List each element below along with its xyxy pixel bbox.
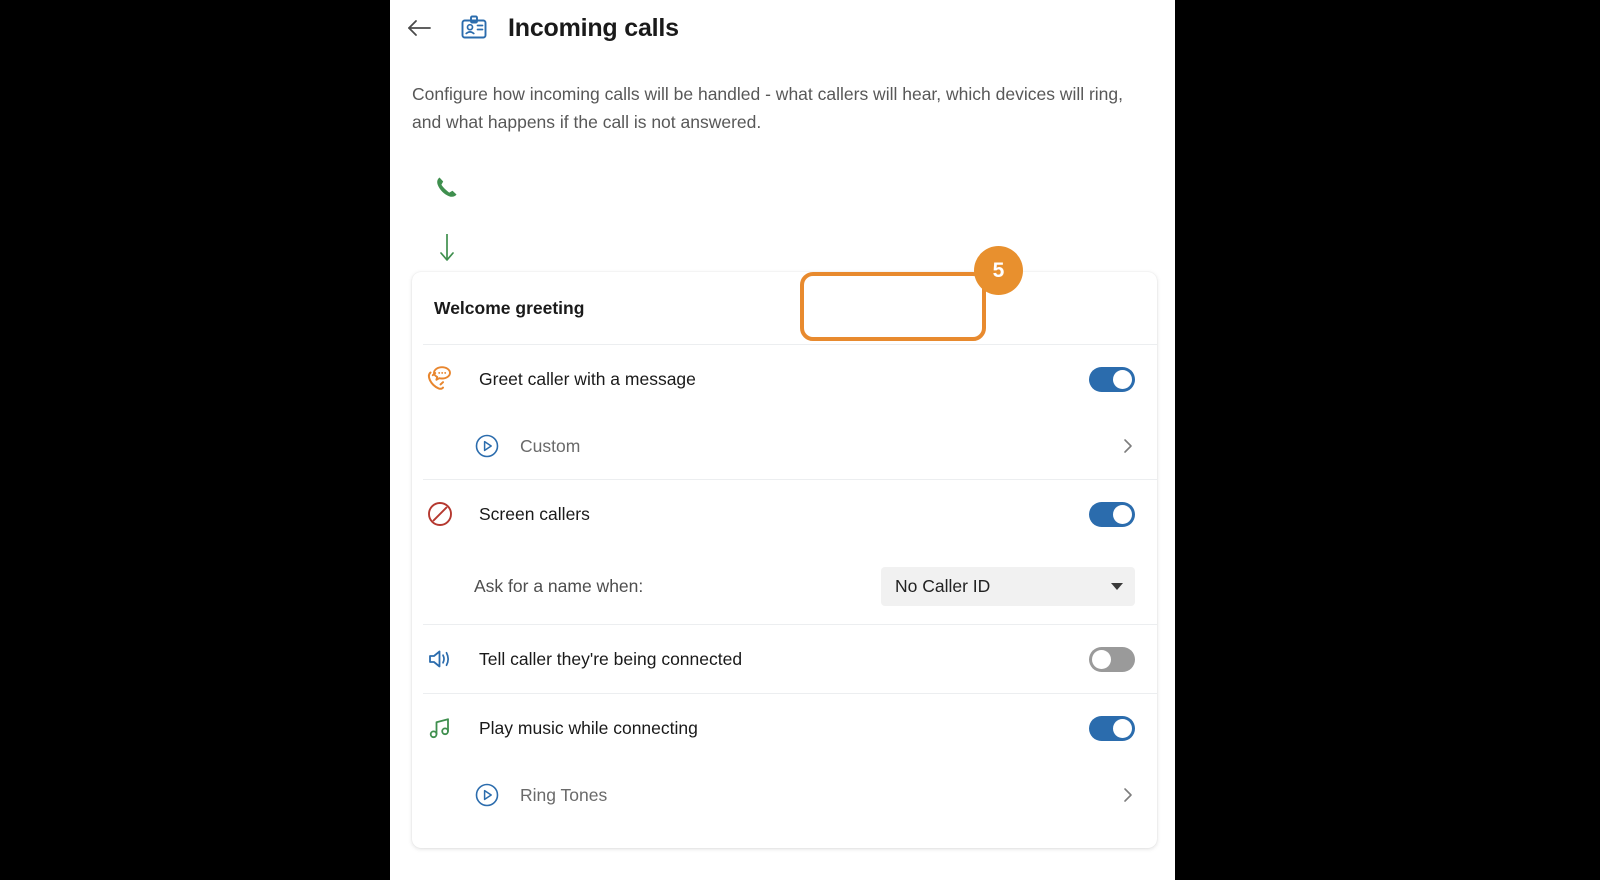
chevron-right-icon[interactable] xyxy=(1121,785,1135,805)
row-play-music[interactable]: Play music while connecting xyxy=(412,694,1157,762)
no-entry-icon xyxy=(423,497,457,531)
toggle-play-music[interactable] xyxy=(1089,715,1135,741)
arrow-down-icon xyxy=(436,232,458,264)
subrow-custom-greeting[interactable]: Custom xyxy=(412,413,1157,479)
play-circle-icon xyxy=(474,433,500,459)
select-label: Ask for a name when: xyxy=(474,575,644,596)
phone-message-icon xyxy=(423,362,457,396)
music-note-icon xyxy=(423,711,457,745)
row-label: Greet caller with a message xyxy=(479,368,696,389)
row-label: Play music while connecting xyxy=(479,717,698,738)
phone-icon xyxy=(432,172,462,202)
caret-down-icon xyxy=(1111,582,1123,590)
back-button[interactable] xyxy=(398,7,440,49)
chevron-right-icon[interactable] xyxy=(1121,436,1135,456)
toggle-knob xyxy=(1113,504,1132,524)
row-screen-callers[interactable]: Screen callers xyxy=(412,480,1157,548)
selectrow-ask-for-name: Ask for a name when: No Caller ID xyxy=(412,548,1157,624)
toggle-knob xyxy=(1113,718,1132,738)
welcome-greeting-card: Welcome greeting Greet caller with a mes… xyxy=(412,272,1157,848)
toggle-greet-caller[interactable] xyxy=(1089,366,1135,392)
toggle-screen-callers[interactable] xyxy=(1089,501,1135,527)
arrow-left-icon xyxy=(408,20,431,36)
toggle-knob xyxy=(1113,369,1132,389)
subrow-label: Custom xyxy=(520,435,581,456)
page-header: Incoming calls xyxy=(390,0,1175,56)
speaker-icon xyxy=(423,642,457,676)
select-value: No Caller ID xyxy=(895,575,991,596)
page-title: Incoming calls xyxy=(508,13,679,42)
card-title: Welcome greeting xyxy=(434,297,585,318)
toggle-tell-caller-connected[interactable] xyxy=(1089,646,1135,672)
caller-id-select[interactable]: No Caller ID xyxy=(881,566,1135,606)
subrow-label: Ring Tones xyxy=(520,784,608,805)
row-greet-caller[interactable]: Greet caller with a message xyxy=(412,345,1157,413)
row-label: Screen callers xyxy=(479,503,590,524)
subrow-ring-tones[interactable]: Ring Tones xyxy=(412,762,1157,828)
settings-page: Incoming calls Configure how incoming ca… xyxy=(390,0,1175,880)
play-circle-icon xyxy=(474,782,500,808)
row-label: Tell caller they're being connected xyxy=(479,648,743,669)
card-header: Welcome greeting xyxy=(412,272,1157,344)
page-description: Configure how incoming calls will be han… xyxy=(412,84,1124,132)
toggle-knob xyxy=(1092,649,1111,669)
step-badge: 5 xyxy=(974,246,1023,295)
row-tell-caller-connected[interactable]: Tell caller they're being connected xyxy=(412,625,1157,693)
id-badge-icon xyxy=(458,12,490,44)
